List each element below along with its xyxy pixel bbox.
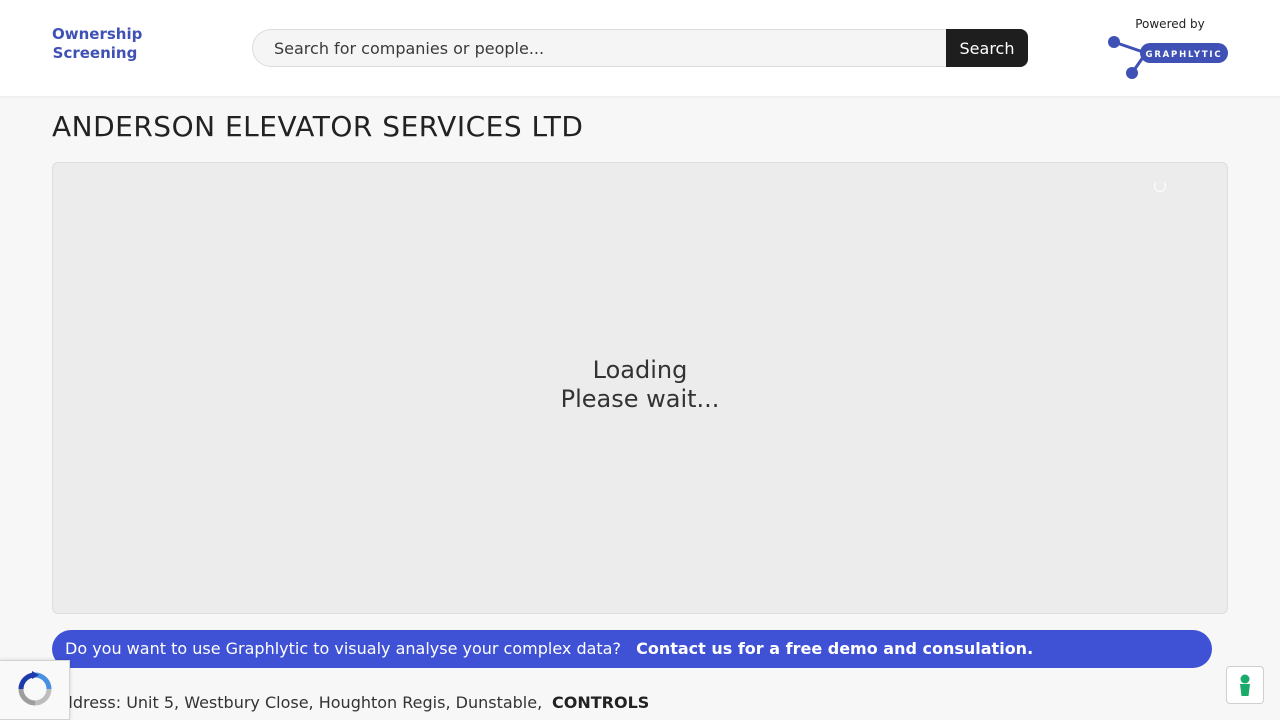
recaptcha-badge[interactable] [0,660,70,720]
cookie-settings-button[interactable] [1226,666,1264,704]
controls-heading: CONTROLS [552,693,650,712]
contact-demo-link[interactable]: Contact us for a free demo and consulati… [636,639,1033,658]
recaptcha-icon [18,671,52,706]
brand-line-ownership: Ownership [52,25,143,43]
ownership-graph-panel[interactable]: Loading Please wait... [52,162,1228,614]
cta-question: Do you want to use Graphlytic to visualy… [65,639,621,658]
loading-spinner-icon [1154,180,1166,192]
search-bar: Search [252,29,1028,67]
search-button[interactable]: Search [946,29,1028,67]
powered-by-text: Powered by [1135,17,1205,31]
loading-line: Loading [592,356,688,384]
site-logo-link[interactable]: Ownership Screening [52,25,143,63]
graphlytic-logo-icon: GRAPHLYTIC [1108,36,1228,79]
brand-line-screening: Screening [52,44,138,62]
search-input[interactable] [252,29,946,67]
graphlytic-logo-text: GRAPHLYTIC [1146,50,1223,60]
demo-cta-banner: Do you want to use Graphlytic to visualy… [52,630,1212,668]
loading-message: Loading Please wait... [53,356,1227,414]
please-wait-line: Please wait... [560,385,720,413]
powered-by-graphlytic[interactable]: Powered by GRAPHLYTIC [1100,17,1240,81]
cookie-settings-icon [1240,674,1250,696]
company-title: ANDERSON ELEVATOR SERVICES LTD [52,110,584,143]
company-address: Address: Unit 5, Westbury Close, Houghto… [52,693,543,712]
top-header: Ownership Screening Search Powered by GR… [0,0,1280,96]
